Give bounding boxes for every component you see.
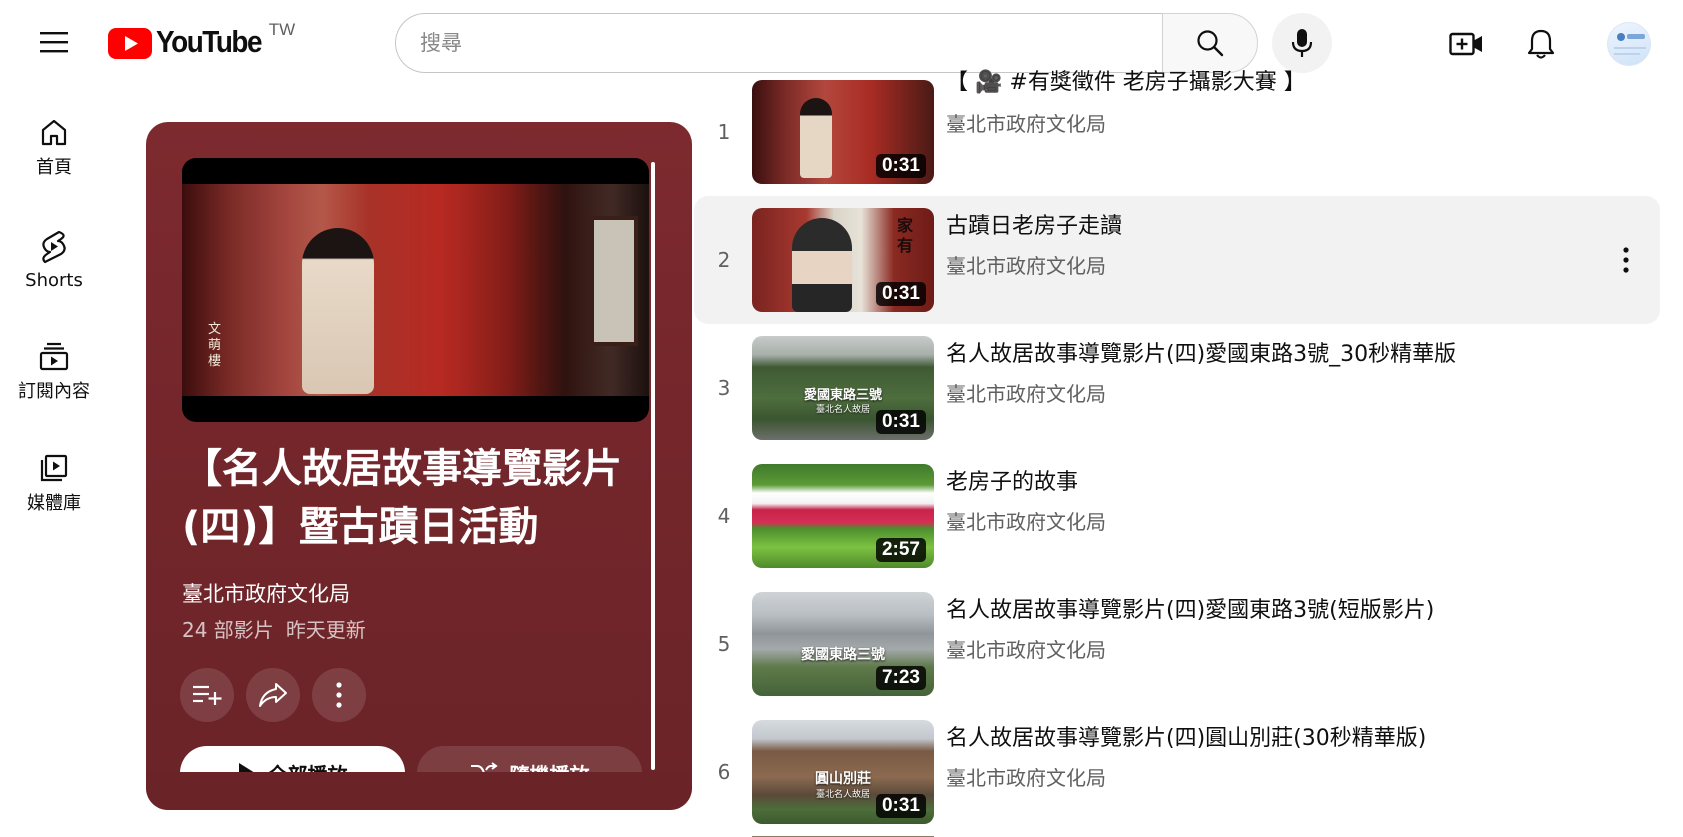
hamburger-menu-icon xyxy=(40,32,68,53)
video-duration-badge: 0:31 xyxy=(875,282,926,306)
guide-item-shorts[interactable]: Shorts xyxy=(4,212,104,308)
video-thumbnail[interactable]: 圓山別莊 臺北名人故居 0:31 xyxy=(752,720,934,824)
vertical-ellipsis-icon xyxy=(1623,247,1629,273)
playlist-video-row[interactable]: 5 愛國東路三號 7:23 名人故居故事導覽影片(四)愛國東路3號(短版影片) … xyxy=(694,580,1660,708)
thumbnail-window-shape xyxy=(590,216,638,346)
thumbnail-text: 家有 xyxy=(896,216,913,255)
playlist-add-icon xyxy=(193,685,222,705)
video-index: 2 xyxy=(717,248,731,272)
playlist-thumbnail-scene xyxy=(182,184,649,396)
video-title[interactable]: 名人故居故事導覽影片(四)圓山別莊(30秒精華版) xyxy=(946,720,1426,752)
thumbnail-text: 愛國東路三號 xyxy=(801,647,885,663)
guide-label: 首頁 xyxy=(36,157,72,178)
video-duration-badge: 0:31 xyxy=(875,410,926,434)
video-title[interactable]: 名人故居故事導覽影片(四)愛國東路3號_30秒精華版 xyxy=(946,336,1456,368)
guide-label: 媒體庫 xyxy=(27,493,81,514)
video-duration-badge: 7:23 xyxy=(875,666,926,690)
bell-icon xyxy=(1527,29,1555,59)
search-icon xyxy=(1197,30,1224,57)
guide-label: 訂閱內容 xyxy=(18,381,90,402)
library-icon xyxy=(40,454,68,482)
video-channel[interactable]: 臺北市政府文化局 xyxy=(946,634,1106,663)
playlist-video-row[interactable]: 3 愛國東路三號 臺北名人故居 0:31 名人故居故事導覽影片(四)愛國東路3號… xyxy=(694,324,1660,452)
guide-label: Shorts xyxy=(25,269,83,291)
vertical-ellipsis-icon xyxy=(336,682,342,708)
microphone-icon xyxy=(1291,29,1313,57)
video-thumbnail[interactable]: 0:31 xyxy=(752,80,934,184)
notifications-button[interactable] xyxy=(1517,20,1565,68)
thumbnail-vertical-text: 文萌樓 xyxy=(208,322,222,369)
video-index: 5 xyxy=(717,632,731,656)
playlist-header-clip xyxy=(146,772,692,810)
video-index: 6 xyxy=(717,760,731,784)
video-thumbnail[interactable]: 愛國東路三號 臺北名人故居 0:31 xyxy=(752,336,934,440)
thumbnail-text: 圓山別莊 xyxy=(815,771,871,787)
video-channel[interactable]: 臺北市政府文化局 xyxy=(946,506,1106,535)
video-thumbnail[interactable]: 家有 0:31 xyxy=(752,208,934,312)
playlist-video-row[interactable]: 2 家有 0:31 古蹟日老房子走讀 臺北市政府文化局 xyxy=(694,196,1660,324)
playlist-video-row[interactable]: 1 0:31 【 🎥 #有獎徵件 老房子攝影大賽 】 臺北市政府文化局 xyxy=(694,68,1660,196)
video-channel[interactable]: 臺北市政府文化局 xyxy=(946,762,1106,791)
video-channel[interactable]: 臺北市政府文化局 xyxy=(946,108,1106,137)
playlist-title: 【名人故居故事導覽影片(四)】暨古蹟日活動 xyxy=(182,446,622,550)
guide-item-home[interactable]: 首頁 xyxy=(4,100,104,196)
playlist-updated: 昨天更新 xyxy=(285,618,366,642)
shorts-icon xyxy=(42,230,66,263)
thumbnail-person-shape xyxy=(792,218,852,312)
logo-region-code: TW xyxy=(268,20,296,39)
playlist-video-row[interactable]: 6 圓山別莊 臺北名人故居 0:31 名人故居故事導覽影片(四)圓山別莊(30秒… xyxy=(694,708,1660,836)
account-avatar[interactable] xyxy=(1607,22,1651,66)
video-channel[interactable]: 臺北市政府文化局 xyxy=(946,250,1106,279)
save-playlist-button[interactable] xyxy=(180,668,234,722)
youtube-home-logo[interactable]: YouTube TW xyxy=(108,20,296,60)
create-video-button[interactable] xyxy=(1442,20,1490,68)
video-camera-plus-icon xyxy=(1449,32,1482,56)
avatar-image-icon xyxy=(1614,33,1646,55)
thumbnail-text: 愛國東路三號 xyxy=(803,388,882,403)
video-duration-badge: 0:31 xyxy=(875,154,926,178)
subscriptions-icon xyxy=(39,342,69,371)
video-index: 1 xyxy=(717,120,731,144)
video-duration-badge: 2:57 xyxy=(875,538,926,562)
video-thumbnail[interactable]: 2:57 xyxy=(752,464,934,568)
logo-wordmark: YouTube xyxy=(156,24,263,59)
home-icon xyxy=(41,119,67,146)
share-icon xyxy=(259,683,287,707)
youtube-logo-icon xyxy=(108,28,152,59)
playlist-video-row[interactable]: 4 2:57 老房子的故事 臺北市政府文化局 xyxy=(694,452,1660,580)
video-thumbnail[interactable]: 愛國東路三號 7:23 xyxy=(752,592,934,696)
playlist-owner-link[interactable]: 臺北市政府文化局 xyxy=(182,578,350,608)
video-title[interactable]: 【 🎥 #有獎徵件 老房子攝影大賽 】 xyxy=(946,64,1306,96)
video-menu-button[interactable] xyxy=(1606,236,1646,284)
video-duration-badge: 0:31 xyxy=(875,794,926,818)
playlist-header-card: 文萌樓 【名人故居故事導覽影片(四)】暨古蹟日活動 臺北市政府文化局 24 部影… xyxy=(146,122,692,810)
video-title[interactable]: 古蹟日老房子走讀 xyxy=(946,208,1122,240)
more-actions-button[interactable] xyxy=(312,668,366,722)
playlist-actions xyxy=(180,668,366,722)
video-index: 3 xyxy=(717,376,731,400)
video-index: 4 xyxy=(717,504,731,528)
thumbnail-person-shape xyxy=(302,228,374,394)
playlist-thumbnail[interactable]: 文萌樓 xyxy=(182,158,649,422)
video-title[interactable]: 名人故居故事導覽影片(四)愛國東路3號(短版影片) xyxy=(946,592,1434,624)
video-channel[interactable]: 臺北市政府文化局 xyxy=(946,378,1106,407)
thumbnail-person-shape xyxy=(800,98,832,178)
guide-item-library[interactable]: 媒體庫 xyxy=(4,436,104,532)
guide-item-subscriptions[interactable]: 訂閱內容 xyxy=(4,324,104,420)
share-button[interactable] xyxy=(246,668,300,722)
playlist-video-count: 24 部影片 xyxy=(182,618,274,642)
guide-menu-button[interactable] xyxy=(30,20,78,64)
playlist-stats: 24 部影片 昨天更新 xyxy=(182,614,366,643)
video-title[interactable]: 老房子的故事 xyxy=(946,464,1078,496)
